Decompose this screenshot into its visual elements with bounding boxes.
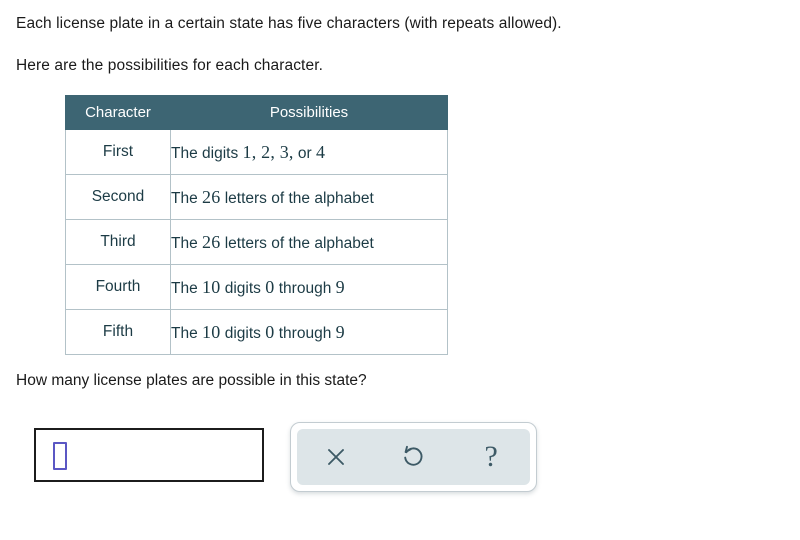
- possibilities-numbers: 10: [202, 321, 221, 342]
- possibilities-suffix: letters of the alphabet: [220, 189, 374, 207]
- table-row: First The digits 1, 2, 3, or 4: [65, 129, 448, 175]
- cell-character: Third: [65, 219, 171, 265]
- possibilities-mid: digits: [220, 324, 266, 342]
- exercise-page: Each license plate in a certain state ha…: [0, 0, 800, 540]
- possibilities-mid: digits: [220, 279, 266, 297]
- close-icon: [327, 449, 344, 465]
- table-row: Fourth The 10 digits 0 through 9: [65, 264, 448, 310]
- help-button[interactable]: ?: [463, 434, 519, 480]
- table-row: Second The 26 letters of the alphabet: [65, 174, 448, 220]
- possibilities-text: The: [171, 234, 203, 252]
- possibilities-numbers: 26: [202, 186, 221, 207]
- cell-character: Second: [65, 174, 171, 220]
- possibilities-text: The: [171, 324, 203, 342]
- cell-possibilities: The 26 letters of the alphabet: [170, 174, 448, 220]
- column-header-possibilities: Possibilities: [170, 95, 448, 130]
- possibilities-table: Character Possibilities First The digits…: [65, 95, 448, 355]
- table-row: Third The 26 letters of the alphabet: [65, 219, 448, 265]
- possibilities-suffix: through: [274, 279, 336, 297]
- cell-possibilities: The 10 digits 0 through 9: [170, 264, 448, 310]
- possibilities-end-number: 9: [335, 321, 345, 342]
- possibilities-text: The digits: [171, 144, 243, 162]
- possibilities-suffix: letters of the alphabet: [220, 234, 374, 252]
- table-row: Fifth The 10 digits 0 through 9: [65, 309, 448, 355]
- table-body: First The digits 1, 2, 3, or 4 Second Th…: [65, 129, 448, 355]
- question-text: How many license plates are possible in …: [16, 372, 367, 389]
- undo-icon: [404, 445, 423, 466]
- possibilities-numbers: 10: [202, 276, 221, 297]
- possibilities-end-number: 9: [335, 276, 345, 297]
- problem-intro-line-2: Here are the possibilities for each char…: [16, 57, 324, 74]
- question-mark-icon: ?: [484, 440, 498, 473]
- possibilities-numbers: 26: [202, 231, 221, 252]
- table-header: Character Possibilities: [65, 95, 448, 130]
- possibilities-last-number: 4: [316, 141, 326, 162]
- cell-possibilities: The 10 digits 0 through 9: [170, 309, 448, 355]
- cell-possibilities: The 26 letters of the alphabet: [170, 219, 448, 265]
- cell-possibilities: The digits 1, 2, 3, or 4: [170, 129, 448, 175]
- math-toolbar-panel: ?: [297, 429, 530, 485]
- clear-button[interactable]: [308, 434, 364, 480]
- possibilities-mid: or: [293, 144, 317, 162]
- answer-input[interactable]: [34, 428, 264, 482]
- possibilities-text: The: [171, 279, 203, 297]
- undo-button[interactable]: [385, 434, 441, 480]
- possibilities-text: The: [171, 189, 203, 207]
- math-toolbar: ?: [290, 422, 537, 492]
- column-header-character: Character: [65, 95, 171, 130]
- cell-character: Fourth: [65, 264, 171, 310]
- problem-intro-line-1: Each license plate in a certain state ha…: [16, 15, 562, 32]
- cell-character: First: [65, 129, 171, 175]
- table-header-row: Character Possibilities: [65, 95, 448, 130]
- cell-character: Fifth: [65, 309, 171, 355]
- possibilities-numbers: 1, 2, 3,: [242, 141, 294, 162]
- possibilities-suffix: through: [274, 324, 336, 342]
- answer-caret-placeholder: [53, 442, 67, 470]
